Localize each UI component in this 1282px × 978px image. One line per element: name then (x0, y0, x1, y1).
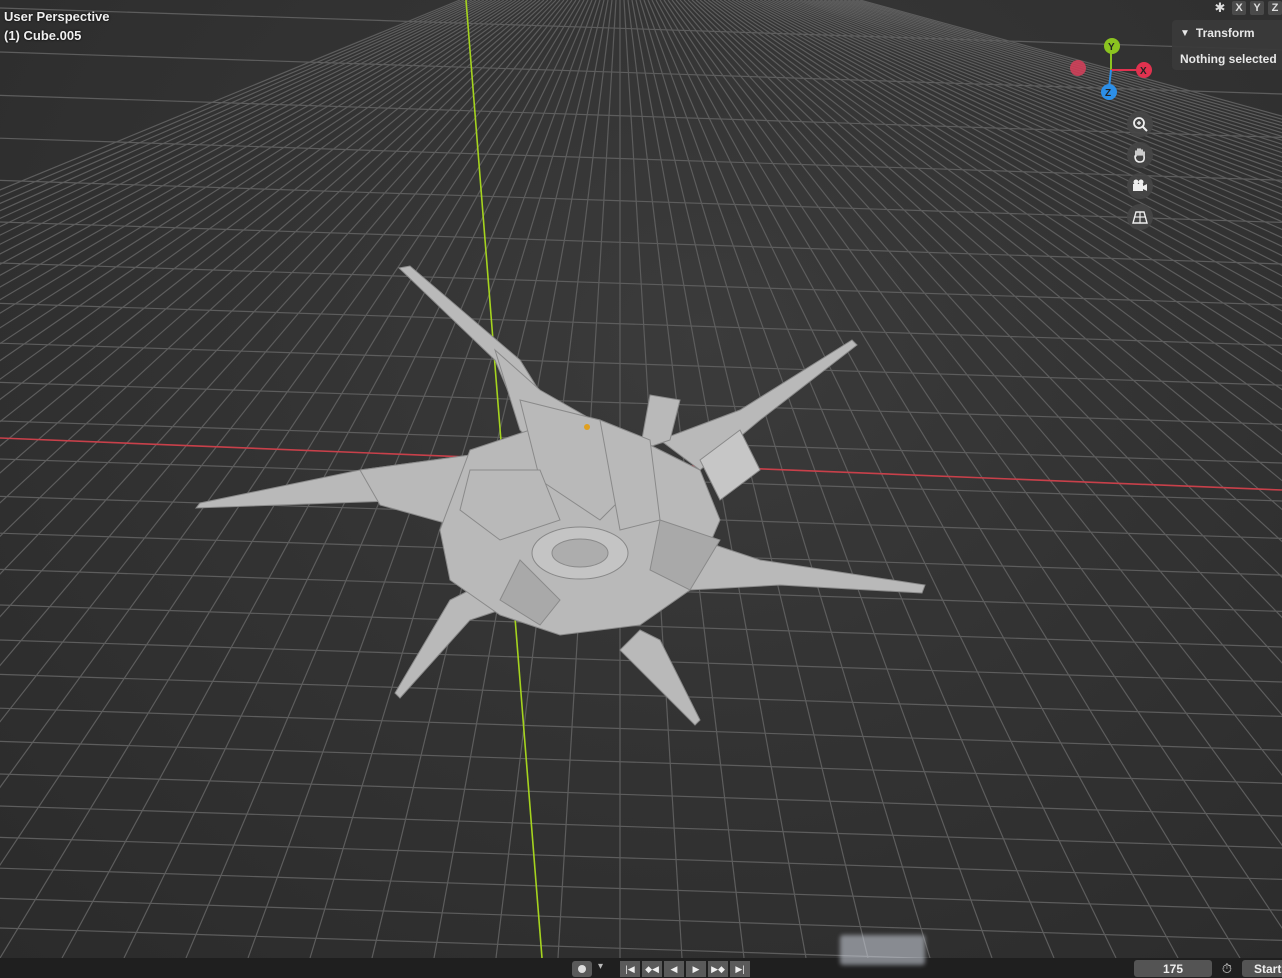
play-icon[interactable]: ▶ (686, 961, 706, 977)
axis-x-button[interactable]: X (1232, 1, 1246, 15)
navigation-gizmo[interactable]: Y X Z (1062, 30, 1162, 110)
playback-controls: |◀ ◆◀ ◀ ▶ ▶◆ ▶| (620, 961, 750, 977)
play-reverse-icon[interactable]: ◀ (664, 961, 684, 977)
next-keyframe-icon[interactable]: ▶◆ (708, 961, 728, 977)
viewport-grid (0, 0, 1282, 958)
timeline-bar: ▾ |◀ ◆◀ ◀ ▶ ▶◆ ▶| 175 ⏱ Start (0, 958, 1282, 978)
stopwatch-icon[interactable]: ⏱ (1218, 960, 1236, 977)
jump-start-icon[interactable]: |◀ (620, 961, 640, 977)
auto-keying-button[interactable] (572, 961, 592, 977)
jump-end-icon[interactable]: ▶| (730, 961, 750, 977)
gizmo-x-label: X (1140, 66, 1147, 77)
camera-icon[interactable] (1127, 173, 1153, 199)
chevron-down-icon: ▼ (1180, 27, 1190, 39)
screen-glare (840, 935, 925, 965)
selection-status: Nothing selected (1180, 52, 1277, 66)
ship-model (194, 265, 926, 726)
prev-keyframe-icon[interactable]: ◆◀ (642, 961, 662, 977)
snap-icon[interactable]: ✱ (1212, 0, 1228, 15)
transform-panel-header[interactable]: ▼ Transform (1180, 26, 1255, 40)
axis-z-button[interactable]: Z (1268, 1, 1282, 15)
start-frame-field[interactable]: Start (1242, 960, 1282, 977)
view-name-label: User Perspective (4, 9, 110, 24)
zoom-icon[interactable] (1127, 111, 1153, 137)
gizmo-z-label: Z (1105, 88, 1111, 99)
hand-pan-icon[interactable] (1127, 142, 1153, 168)
record-dot-icon (578, 965, 586, 973)
axis-y-button[interactable]: Y (1250, 1, 1264, 15)
active-object-label: (1) Cube.005 (4, 28, 82, 43)
gizmo-neg-x (1070, 60, 1086, 76)
chevron-down-icon[interactable]: ▾ (598, 961, 603, 972)
transform-title: Transform (1195, 26, 1255, 40)
transform-panel: ▼ Transform Nothing selected (1172, 20, 1282, 70)
perspective-grid-icon[interactable] (1127, 204, 1153, 230)
gizmo-y-label: Y (1108, 42, 1115, 53)
current-frame-field[interactable]: 175 (1134, 960, 1212, 977)
3d-viewport[interactable]: User Perspective (1) Cube.005 ✱ X Y Z ▼ … (0, 0, 1282, 958)
axis-toggle-group: ✱ X Y Z (1212, 0, 1282, 16)
